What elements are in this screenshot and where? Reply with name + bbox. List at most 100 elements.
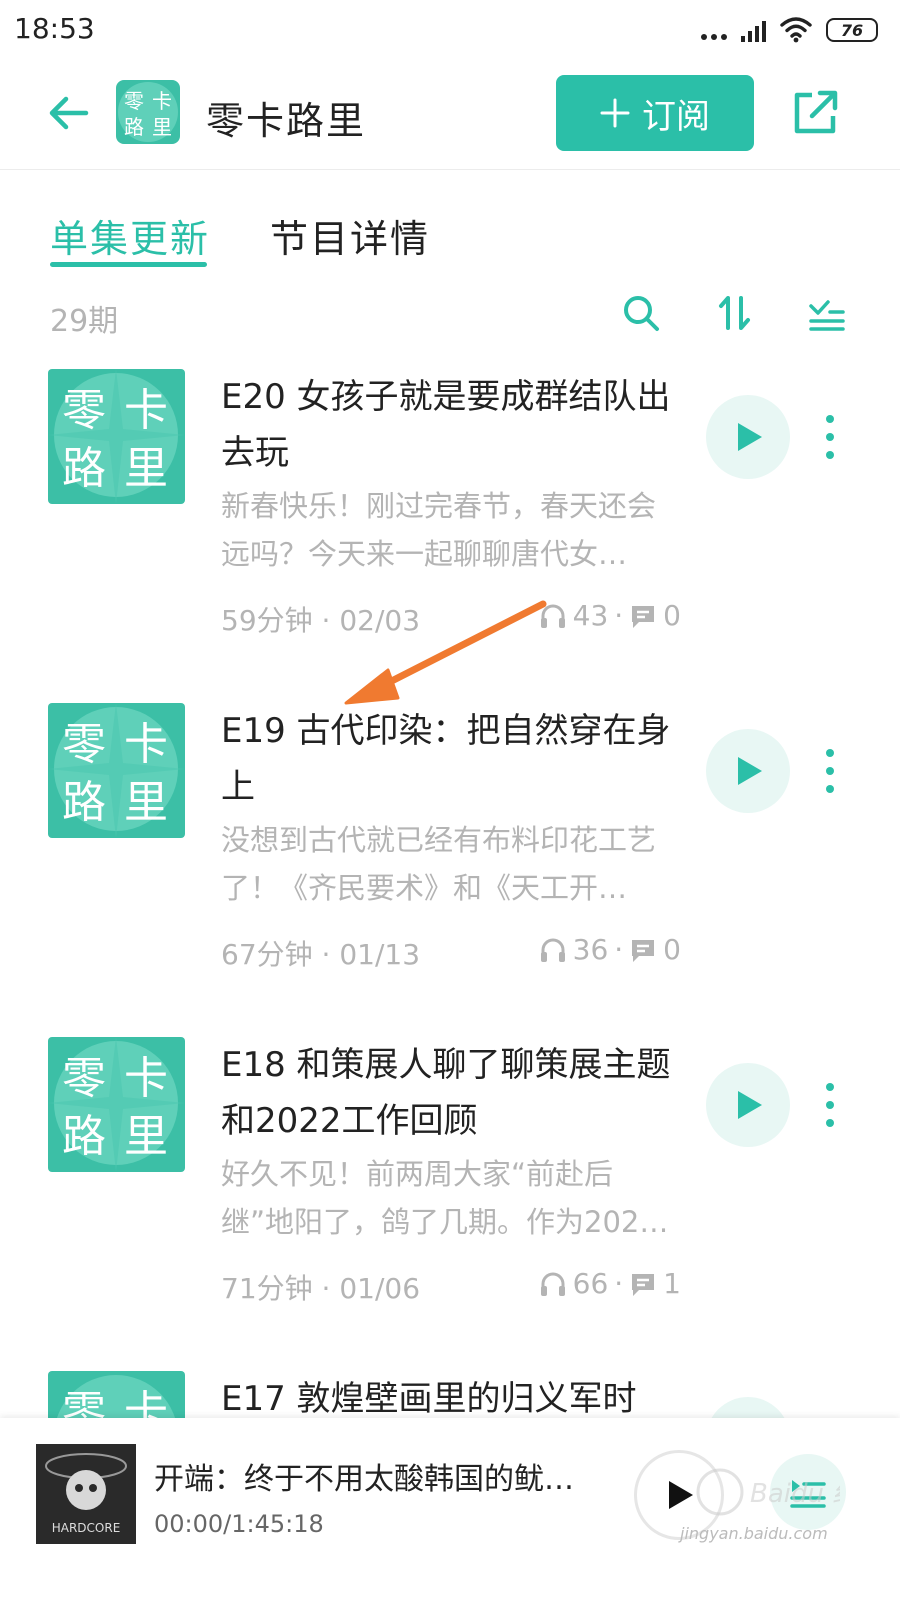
comment-icon <box>632 605 655 628</box>
play-icon <box>738 1091 762 1119</box>
episode-title[interactable]: E18 和策展人聊了聊策展主题和2022工作回顾 <box>221 1037 671 1149</box>
podcast-page: 18:53 76 零 卡 路 里 零卡路里 订阅 单集更新 节目详情 29期 零… <box>0 0 900 1600</box>
cover-char: 零 <box>62 1387 106 1418</box>
episode-cover: 零 卡 路 里 <box>48 369 185 504</box>
cover-char: 卡 <box>124 385 168 436</box>
episode-meta: 67分钟 · 01/13 36 · 0 <box>221 931 681 971</box>
signal-icon <box>741 18 766 42</box>
episode-play-button[interactable] <box>706 1063 790 1147</box>
episode-meta: 59分钟 · 02/03 43 · 0 <box>221 597 681 637</box>
cover-char: 卡 <box>124 1053 168 1104</box>
cover-char: 零 <box>62 385 106 436</box>
sort-icon <box>719 296 750 330</box>
cover-char: 里 <box>124 777 168 828</box>
comment-count: 1 <box>663 1267 681 1300</box>
status-time: 18:53 <box>14 12 95 45</box>
meta-separator: · <box>614 1267 624 1300</box>
cover-char: 零 <box>62 719 106 770</box>
plus-icon <box>600 98 630 128</box>
page-title: 零卡路里 <box>206 99 367 143</box>
tab-bar: 单集更新 节目详情 <box>0 170 900 280</box>
back-button[interactable] <box>44 88 94 138</box>
episode-count: 29期 <box>50 304 119 339</box>
filter-list-icon <box>809 300 845 331</box>
tab-episodes[interactable]: 单集更新 <box>50 208 210 263</box>
cover-char: 路 <box>62 443 106 494</box>
episode-stats: 36 · 0 <box>539 933 681 966</box>
episode-item[interactable]: 零 卡 路 里 E19 古代印染：把自然穿在身上 没想到古代就已经有布料印花工艺… <box>0 703 900 1037</box>
arrow-left-icon <box>49 96 89 130</box>
search-icon <box>624 296 659 331</box>
sort-button[interactable] <box>714 292 756 334</box>
player-title: 开端：终于不用太酸韩国的鱿… <box>154 1462 574 1497</box>
episode-more-button[interactable] <box>816 1079 844 1131</box>
subscribe-button[interactable]: 订阅 <box>556 75 754 151</box>
player-cover: HARDCORE <box>36 1444 136 1544</box>
comment-count: 0 <box>663 599 681 632</box>
search-button[interactable] <box>620 292 662 334</box>
listen-count: 43 <box>572 599 609 632</box>
episode-play-button[interactable] <box>706 729 790 813</box>
cover-char: 路 <box>62 1111 106 1162</box>
watermark-url: jingyan.baidu.com <box>680 1524 828 1543</box>
battery-indicator: 76 <box>826 18 878 42</box>
player-time: 00:00/1:45:18 <box>154 1510 324 1538</box>
headphones-icon <box>540 604 565 628</box>
episode-title[interactable]: E17 敦煌壁画里的归义军时 <box>221 1371 671 1418</box>
share-icon <box>794 90 838 134</box>
list-toolbar: 29期 <box>0 280 900 360</box>
listen-count: 66 <box>572 1267 609 1300</box>
logo-char: 里 <box>152 115 172 139</box>
watermark-text: Baidu 经验 <box>750 1479 840 1509</box>
comment-icon <box>632 939 655 962</box>
header: 零 卡 路 里 零卡路里 订阅 <box>0 62 900 170</box>
tab-details[interactable]: 节目详情 <box>270 208 430 263</box>
episode-more-button[interactable] <box>816 411 844 463</box>
episode-cover: 零 卡 <box>48 1371 185 1418</box>
episode-more-button[interactable] <box>816 745 844 797</box>
logo-char: 零 <box>124 89 144 113</box>
episode-item[interactable]: 零 卡 E17 敦煌壁画里的归义军时 <box>0 1371 900 1418</box>
share-button[interactable] <box>790 88 840 138</box>
filter-button[interactable] <box>806 292 848 334</box>
cover-char: 卡 <box>124 1387 168 1418</box>
episode-description: 好久不见！前两周大家“前赴后继”地阳了，鸽了几期。作为202… <box>221 1157 669 1239</box>
meta-separator: · <box>614 933 624 966</box>
meta-separator: · <box>614 599 624 632</box>
episode-stats: 66 · 1 <box>539 1267 681 1300</box>
listen-count: 36 <box>572 933 609 966</box>
headphones-icon <box>540 938 565 962</box>
comment-icon <box>632 1273 655 1296</box>
episode-play-button[interactable] <box>706 1397 790 1418</box>
episode-cover: 零 卡 路 里 <box>48 703 185 838</box>
comment-count: 0 <box>663 933 681 966</box>
episode-duration-date: 71分钟 · 01/06 <box>221 1272 421 1305</box>
episode-title[interactable]: E20 女孩子就是要成群结队出去玩 <box>221 369 671 481</box>
subscribe-label: 订阅 <box>642 96 710 137</box>
episode-duration-date: 67分钟 · 01/13 <box>221 938 421 971</box>
episode-description: 新春快乐！刚过完春节，春天还会远吗？今天来一起聊聊唐代女… <box>221 489 657 571</box>
cover-char: 里 <box>124 443 168 494</box>
logo-char: 卡 <box>152 89 172 113</box>
episode-duration-date: 59分钟 · 02/03 <box>221 604 421 637</box>
headphones-icon <box>540 1272 565 1296</box>
wifi-icon <box>780 17 812 43</box>
tab-indicator <box>50 262 207 267</box>
play-icon <box>738 423 762 451</box>
status-icons: 76 <box>701 14 878 46</box>
cover-char: 卡 <box>124 719 168 770</box>
cover-char: 里 <box>124 1111 168 1162</box>
cover-char: 路 <box>62 777 106 828</box>
more-dots-icon <box>701 20 727 40</box>
episode-item[interactable]: 零 卡 路 里 E18 和策展人聊了聊策展主题和2022工作回顾 好久不见！前两… <box>0 1037 900 1371</box>
cover-char: 零 <box>62 1053 106 1104</box>
episode-item[interactable]: 零 卡 路 里 E20 女孩子就是要成群结队出去玩 新春快乐！刚过完春节，春天还… <box>0 369 900 703</box>
podcast-logo: 零 卡 路 里 <box>116 80 180 144</box>
logo-char: 路 <box>124 115 144 139</box>
player-cover-text: HARDCORE <box>52 1521 121 1535</box>
episode-title[interactable]: E19 古代印染：把自然穿在身上 <box>221 703 671 815</box>
episode-cover: 零 卡 路 里 <box>48 1037 185 1172</box>
episode-stats: 43 · 0 <box>539 599 681 632</box>
episode-play-button[interactable] <box>706 395 790 479</box>
status-bar: 18:53 76 <box>0 0 900 62</box>
